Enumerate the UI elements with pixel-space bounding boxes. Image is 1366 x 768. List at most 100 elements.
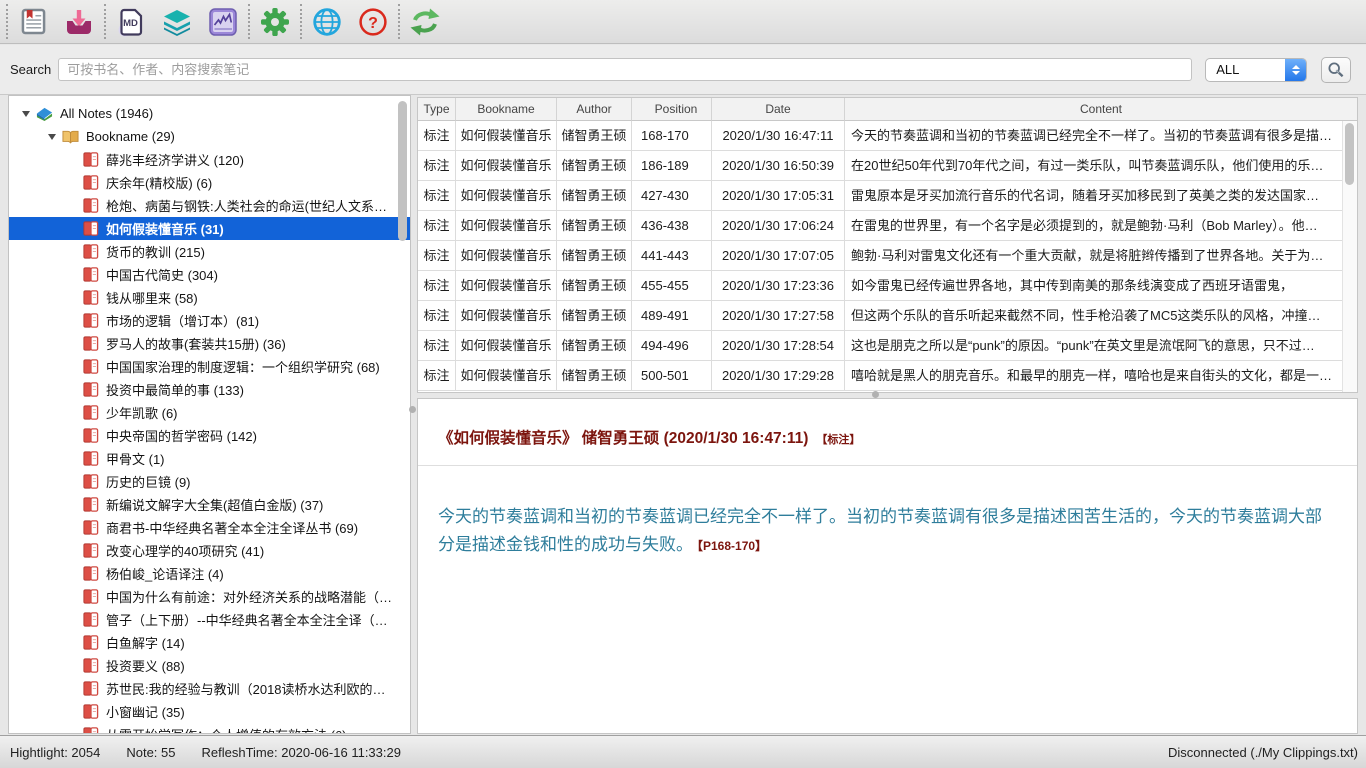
cell-author: 储智勇王硕 bbox=[557, 331, 632, 361]
cell-position: 427-430 bbox=[632, 181, 712, 211]
cell-type: 标注 bbox=[418, 241, 456, 271]
markdown-export-button[interactable]: MD bbox=[108, 3, 154, 41]
disclosure-triangle-icon[interactable] bbox=[45, 134, 59, 140]
toolbar-separator bbox=[104, 4, 106, 39]
cell-content: 在雷鬼的世界里，有一个名字是必须提到的，就是鲍勃·马利（Bob Marley）。… bbox=[845, 211, 1357, 241]
table-row[interactable]: 标注如何假装懂音乐储智勇王硕441-4432020/1/30 17:07:05鲍… bbox=[418, 241, 1357, 271]
sidebar-tree-item[interactable]: 从零开始学写作：个人增值的有效方法 (6) bbox=[9, 723, 410, 734]
sidebar-item-label: 投资中最简单的事 (133) bbox=[106, 380, 244, 399]
search-filter-select[interactable]: ALL bbox=[1205, 58, 1307, 82]
sidebar-tree-item[interactable]: 少年凯歌 (6) bbox=[9, 401, 410, 424]
column-header-position[interactable]: Position bbox=[632, 98, 712, 121]
sidebar-tree-item[interactable]: 薛兆丰经济学讲义 (120) bbox=[9, 148, 410, 171]
notes-button[interactable] bbox=[10, 3, 56, 41]
sidebar-item-label: 庆余年(精校版) (6) bbox=[106, 173, 212, 192]
sidebar-tree-item[interactable]: 投资要义 (88) bbox=[9, 654, 410, 677]
note-body-text: 今天的节奏蓝调和当初的节奏蓝调已经完全不一样了。当初的节奏蓝调有很多是描述困苦生… bbox=[438, 507, 1322, 554]
cell-type: 标注 bbox=[418, 361, 456, 391]
sidebar-tree-item[interactable]: 庆余年(精校版) (6) bbox=[9, 171, 410, 194]
book-icon bbox=[81, 427, 100, 444]
cell-date: 2020/1/30 17:27:58 bbox=[712, 301, 845, 331]
sidebar-item-label: 投资要义 (88) bbox=[106, 656, 185, 675]
book-icon bbox=[81, 703, 100, 720]
sidebar-tree-item[interactable]: 罗马人的故事(套装共15册) (36) bbox=[9, 332, 410, 355]
table-scrollbar[interactable] bbox=[1342, 121, 1357, 392]
sidebar-tree-item[interactable]: 市场的逻辑（增订本）(81) bbox=[9, 309, 410, 332]
sidebar-tree-item[interactable]: 白鱼解字 (14) bbox=[9, 631, 410, 654]
disclosure-triangle-icon[interactable] bbox=[19, 111, 33, 117]
sidebar-scrollbar-thumb[interactable] bbox=[398, 101, 407, 241]
sidebar-item-label: 罗马人的故事(套装共15册) (36) bbox=[106, 334, 286, 353]
toolbar-separator bbox=[6, 4, 8, 39]
sidebar-tree-item[interactable]: 投资中最简单的事 (133) bbox=[9, 378, 410, 401]
note-type-tag: 【标注】 bbox=[816, 434, 860, 446]
column-header-bookname[interactable]: Bookname bbox=[456, 98, 557, 121]
book-icon bbox=[81, 197, 100, 214]
table-row[interactable]: 标注如何假装懂音乐储智勇王硕168-1702020/1/30 16:47:11今… bbox=[418, 121, 1357, 151]
table-row[interactable]: 标注如何假装懂音乐储智勇王硕455-4552020/1/30 17:23:36如… bbox=[418, 271, 1357, 301]
sidebar-tree-item[interactable]: 改变心理学的40项研究 (41) bbox=[9, 539, 410, 562]
cell-date: 2020/1/30 16:50:39 bbox=[712, 151, 845, 181]
table-row[interactable]: 标注如何假装懂音乐储智勇王硕427-4302020/1/30 17:05:31雷… bbox=[418, 181, 1357, 211]
table-row[interactable]: 标注如何假装懂音乐储智勇王硕500-5012020/1/30 17:29:28嘻… bbox=[418, 361, 1357, 391]
sidebar-tree-item[interactable]: 历史的巨镜 (9) bbox=[9, 470, 410, 493]
sidebar-tree-item[interactable]: 商君书-中华经典名著全本全注全译丛书 (69) bbox=[9, 516, 410, 539]
book-icon bbox=[81, 588, 100, 605]
sidebar-tree-item[interactable]: 甲骨文 (1) bbox=[9, 447, 410, 470]
book-icon bbox=[81, 220, 100, 237]
import-icon bbox=[64, 7, 94, 37]
help-button[interactable]: ? bbox=[350, 3, 396, 41]
markdown-icon: MD bbox=[116, 7, 146, 37]
refresh-icon bbox=[409, 7, 441, 37]
connection-status: Disconnected (./My Clippings.txt) bbox=[1168, 745, 1358, 760]
table-row[interactable]: 标注如何假装懂音乐储智勇王硕494-4962020/1/30 17:28:54这… bbox=[418, 331, 1357, 361]
sidebar-tree-item[interactable]: 管子（上下册）--中华经典名著全本全注全译（… bbox=[9, 608, 410, 631]
sidebar-tree-item[interactable]: 枪炮、病菌与钢铁:人类社会的命运(世纪人文系… bbox=[9, 194, 410, 217]
toolbar: MD bbox=[0, 0, 1366, 44]
sidebar-tree-item[interactable]: 中国古代简史 (304) bbox=[9, 263, 410, 286]
table-scrollbar-thumb[interactable] bbox=[1345, 123, 1354, 185]
table-row[interactable]: 标注如何假装懂音乐储智勇王硕436-4382020/1/30 17:06:24在… bbox=[418, 211, 1357, 241]
sidebar-tree-item[interactable]: All Notes (1946) bbox=[9, 102, 410, 125]
table-row[interactable]: 标注如何假装懂音乐储智勇王硕186-1892020/1/30 16:50:39在… bbox=[418, 151, 1357, 181]
sidebar-tree-item[interactable]: 中国为什么有前途：对外经济关系的战略潜能（… bbox=[9, 585, 410, 608]
sidebar-item-label: 枪炮、病菌与钢铁:人类社会的命运(世纪人文系… bbox=[106, 196, 387, 215]
sidebar-tree-item[interactable]: 苏世民:我的经验与教训（2018读桥水达利欧的… bbox=[9, 677, 410, 700]
layers-button[interactable] bbox=[154, 3, 200, 41]
settings-gear-icon bbox=[260, 7, 290, 37]
cell-bookname: 如何假装懂音乐 bbox=[456, 301, 557, 331]
sidebar-tree-item[interactable]: Bookname (29) bbox=[9, 125, 410, 148]
sidebar-tree-item[interactable]: 新编说文解字大全集(超值白金版) (37) bbox=[9, 493, 410, 516]
sidebar-tree-item[interactable]: 钱从哪里来 (58) bbox=[9, 286, 410, 309]
cell-content: 雷鬼原本是牙买加流行音乐的代名词，随着牙买加移民到了英美之类的发达国家… bbox=[845, 181, 1357, 211]
cell-bookname: 如何假装懂音乐 bbox=[456, 271, 557, 301]
search-button[interactable] bbox=[1321, 57, 1351, 83]
search-filter-value: ALL bbox=[1206, 62, 1285, 77]
column-header-date[interactable]: Date bbox=[712, 98, 845, 121]
column-header-author[interactable]: Author bbox=[557, 98, 632, 121]
sidebar-tree-item[interactable]: 小窗幽记 (35) bbox=[9, 700, 410, 723]
table-row[interactable]: 标注如何假装懂音乐储智勇王硕489-4912020/1/30 17:27:58但… bbox=[418, 301, 1357, 331]
sidebar-tree-item[interactable]: 杨伯峻_论语译注 (4) bbox=[9, 562, 410, 585]
book-icon bbox=[81, 243, 100, 260]
column-header-type[interactable]: Type bbox=[418, 98, 456, 121]
detail-separator bbox=[418, 465, 1357, 466]
refresh-button[interactable] bbox=[402, 3, 448, 41]
sidebar-tree-item[interactable]: 货币的教训 (215) bbox=[9, 240, 410, 263]
web-button[interactable] bbox=[304, 3, 350, 41]
statistics-button[interactable] bbox=[200, 3, 246, 41]
cell-type: 标注 bbox=[418, 211, 456, 241]
cell-bookname: 如何假装懂音乐 bbox=[456, 241, 557, 271]
column-header-content[interactable]: Content bbox=[845, 98, 1357, 121]
sidebar-tree-item[interactable]: 如何假装懂音乐 (31) bbox=[9, 217, 410, 240]
cell-position: 441-443 bbox=[632, 241, 712, 271]
search-input[interactable] bbox=[58, 58, 1192, 81]
cell-content: 这也是朋克之所以是“punk”的原因。“punk”在英文里是流氓阿飞的意思，只不… bbox=[845, 331, 1357, 361]
cell-date: 2020/1/30 17:06:24 bbox=[712, 211, 845, 241]
sidebar-tree-item[interactable]: 中国国家治理的制度逻辑：一个组织学研究 (68) bbox=[9, 355, 410, 378]
sidebar-tree-item[interactable]: 中央帝国的哲学密码 (142) bbox=[9, 424, 410, 447]
import-button[interactable] bbox=[56, 3, 102, 41]
settings-button[interactable] bbox=[252, 3, 298, 41]
vertical-splitter-handle[interactable] bbox=[409, 406, 416, 413]
horizontal-splitter-handle[interactable] bbox=[872, 391, 879, 398]
